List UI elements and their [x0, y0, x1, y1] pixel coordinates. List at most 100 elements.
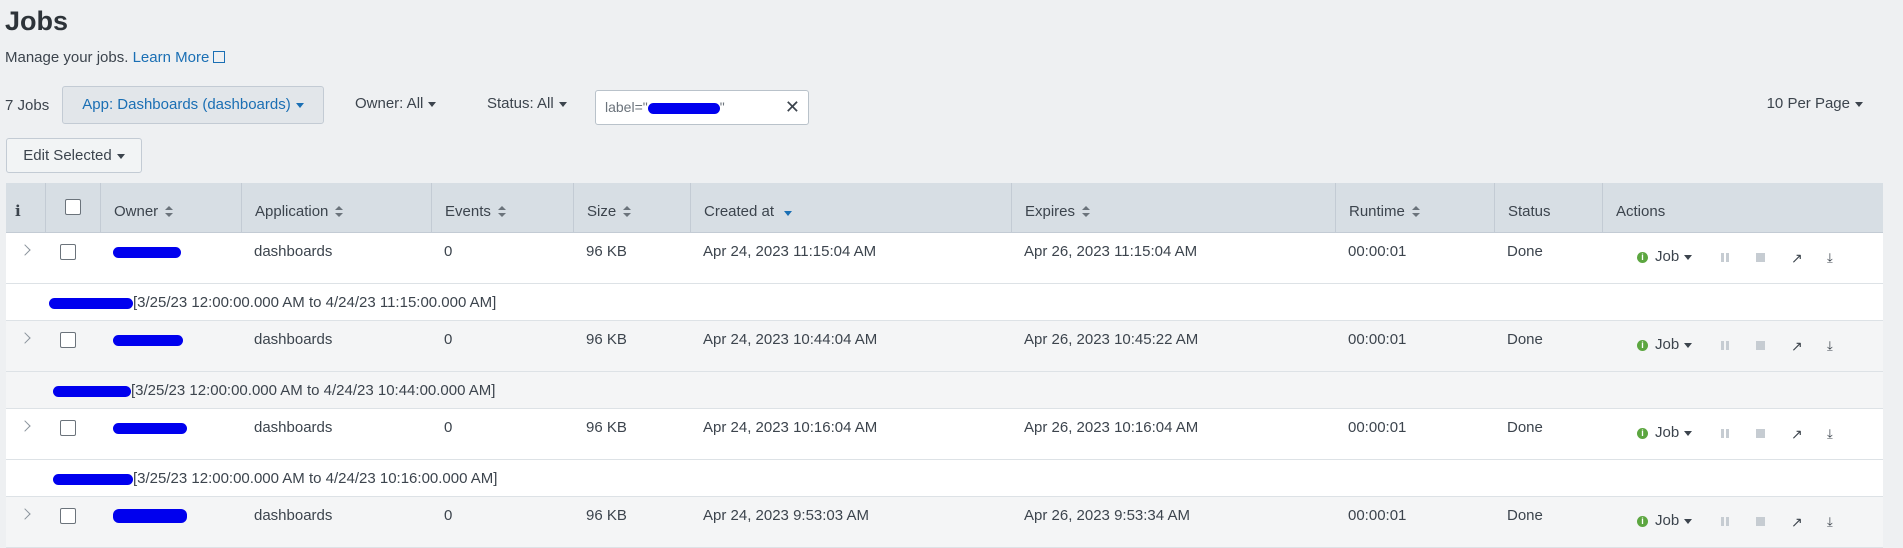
application-cell: dashboards [254, 331, 333, 348]
events-cell: 0 [444, 507, 453, 524]
pause-icon[interactable] [1719, 340, 1731, 352]
table-header: i Owner Application Events Size Created … [6, 183, 1883, 233]
pause-icon[interactable] [1719, 516, 1731, 528]
download-icon[interactable]: ⤓ [1827, 427, 1839, 440]
search-prefix: label=" [605, 99, 648, 115]
stop-icon[interactable] [1755, 516, 1767, 528]
info-status-icon: i [1637, 427, 1648, 439]
job-menu-label: Job [1655, 512, 1680, 529]
chevron-down-icon [428, 101, 437, 107]
share-icon[interactable]: ↗ [1791, 251, 1803, 265]
edit-selected-button[interactable]: Edit Selected [6, 138, 142, 173]
job-time-range: [3/25/23 12:00:00.000 AM to 4/24/23 10:1… [133, 470, 498, 487]
created-cell: Apr 24, 2023 9:53:03 AM [703, 507, 869, 524]
clear-search-icon[interactable]: ✕ [785, 91, 800, 124]
created-cell: Apr 24, 2023 10:44:04 AM [703, 331, 878, 348]
size-cell: 96 KB [586, 419, 627, 436]
row-checkbox[interactable] [60, 420, 76, 436]
sort-descending-icon [784, 211, 793, 216]
column-created-label: Created at [704, 203, 775, 220]
redacted-owner [113, 509, 187, 524]
job-time-range: [3/25/23 12:00:00.000 AM to 4/24/23 10:4… [131, 382, 496, 399]
runtime-cell: 00:00:01 [1348, 507, 1407, 524]
events-cell: 0 [444, 243, 453, 260]
chevron-down-icon [1684, 342, 1693, 348]
column-application[interactable]: Application [241, 183, 431, 232]
column-application-label: Application [255, 203, 329, 220]
sort-icon [1082, 206, 1091, 217]
table-row: dashboards 0 96 KB Apr 24, 2023 10:16:04… [6, 409, 1883, 460]
status-cell: Done [1507, 419, 1543, 436]
redacted-owner [113, 246, 181, 258]
per-page-dropdown[interactable]: 10 Per Page [1767, 95, 1863, 112]
chevron-right-icon[interactable] [19, 244, 31, 256]
owner-cell [113, 409, 187, 447]
status-filter-label: Status: All [487, 95, 554, 112]
row-checkbox[interactable] [60, 332, 76, 348]
share-icon[interactable]: ↗ [1791, 515, 1803, 529]
info-status-icon: i [1637, 251, 1648, 263]
row-checkbox[interactable] [60, 244, 76, 260]
owner-filter-label: Owner: All [355, 95, 424, 112]
chevron-down-icon [1855, 101, 1863, 107]
per-page-label: 10 Per Page [1766, 95, 1850, 112]
download-icon[interactable]: ⤓ [1827, 515, 1839, 528]
pause-icon[interactable] [1719, 252, 1731, 264]
redacted-owner [113, 334, 183, 346]
column-size[interactable]: Size [573, 183, 690, 232]
job-menu-label: Job [1655, 248, 1680, 265]
expires-cell: Apr 26, 2023 11:15:04 AM [1024, 243, 1198, 260]
status-filter-dropdown[interactable]: Status: All [487, 95, 567, 112]
status-cell: Done [1507, 243, 1543, 260]
page-title: Jobs [5, 6, 69, 36]
job-menu[interactable]: i Job [1637, 238, 1693, 276]
chevron-right-icon[interactable] [19, 332, 31, 344]
chevron-down-icon [116, 153, 125, 159]
chevron-right-icon[interactable] [19, 420, 31, 432]
share-icon[interactable]: ↗ [1791, 339, 1803, 353]
size-cell: 96 KB [586, 331, 627, 348]
application-cell: dashboards [254, 243, 333, 260]
chevron-down-icon [1684, 254, 1693, 260]
search-input[interactable]: label=" " ✕ [595, 90, 809, 125]
app-filter-button[interactable]: App: Dashboards (dashboards) [62, 86, 324, 124]
select-all-column [45, 183, 100, 232]
stop-icon[interactable] [1755, 428, 1767, 440]
select-all-checkbox[interactable] [65, 199, 81, 215]
column-expires[interactable]: Expires [1011, 183, 1335, 232]
table-row: dashboards 0 96 KB Apr 24, 2023 9:53:03 … [6, 497, 1883, 548]
job-menu[interactable]: i Job [1637, 414, 1693, 452]
column-owner-label: Owner [114, 203, 159, 220]
sort-icon [1411, 206, 1420, 217]
chevron-right-icon[interactable] [19, 508, 31, 520]
row-checkbox[interactable] [60, 508, 76, 524]
events-cell: 0 [444, 331, 453, 348]
job-description-row: [3/25/23 12:00:00.000 AM to 4/24/23 10:1… [6, 460, 1883, 497]
size-cell: 96 KB [586, 243, 627, 260]
redacted-search-name [53, 473, 133, 485]
column-created-at[interactable]: Created at [690, 183, 1011, 232]
job-menu-label: Job [1655, 424, 1680, 441]
download-icon[interactable]: ⤓ [1827, 339, 1839, 352]
download-icon[interactable]: ⤓ [1827, 251, 1839, 264]
runtime-cell: 00:00:01 [1348, 419, 1407, 436]
table-row: dashboards 0 96 KB Apr 24, 2023 10:44:04… [6, 321, 1883, 372]
redacted-search-name [49, 297, 133, 309]
job-menu[interactable]: i Job [1637, 502, 1693, 540]
share-icon[interactable]: ↗ [1791, 427, 1803, 441]
chevron-down-icon [1684, 518, 1693, 524]
expires-cell: Apr 26, 2023 9:53:34 AM [1024, 507, 1190, 524]
column-owner[interactable]: Owner [100, 183, 241, 232]
learn-more-label: Learn More [132, 49, 210, 66]
job-menu[interactable]: i Job [1637, 326, 1693, 364]
column-events[interactable]: Events [431, 183, 573, 232]
stop-icon[interactable] [1755, 340, 1767, 352]
stop-icon[interactable] [1755, 252, 1767, 264]
learn-more-link[interactable]: Learn More [133, 49, 226, 66]
job-description-row: [3/25/23 12:00:00.000 AM to 4/24/23 10:4… [6, 372, 1883, 409]
pause-icon[interactable] [1719, 428, 1731, 440]
created-cell: Apr 24, 2023 10:16:04 AM [703, 419, 878, 436]
owner-cell [113, 233, 181, 271]
owner-filter-dropdown[interactable]: Owner: All [355, 95, 437, 112]
column-runtime[interactable]: Runtime [1335, 183, 1494, 232]
